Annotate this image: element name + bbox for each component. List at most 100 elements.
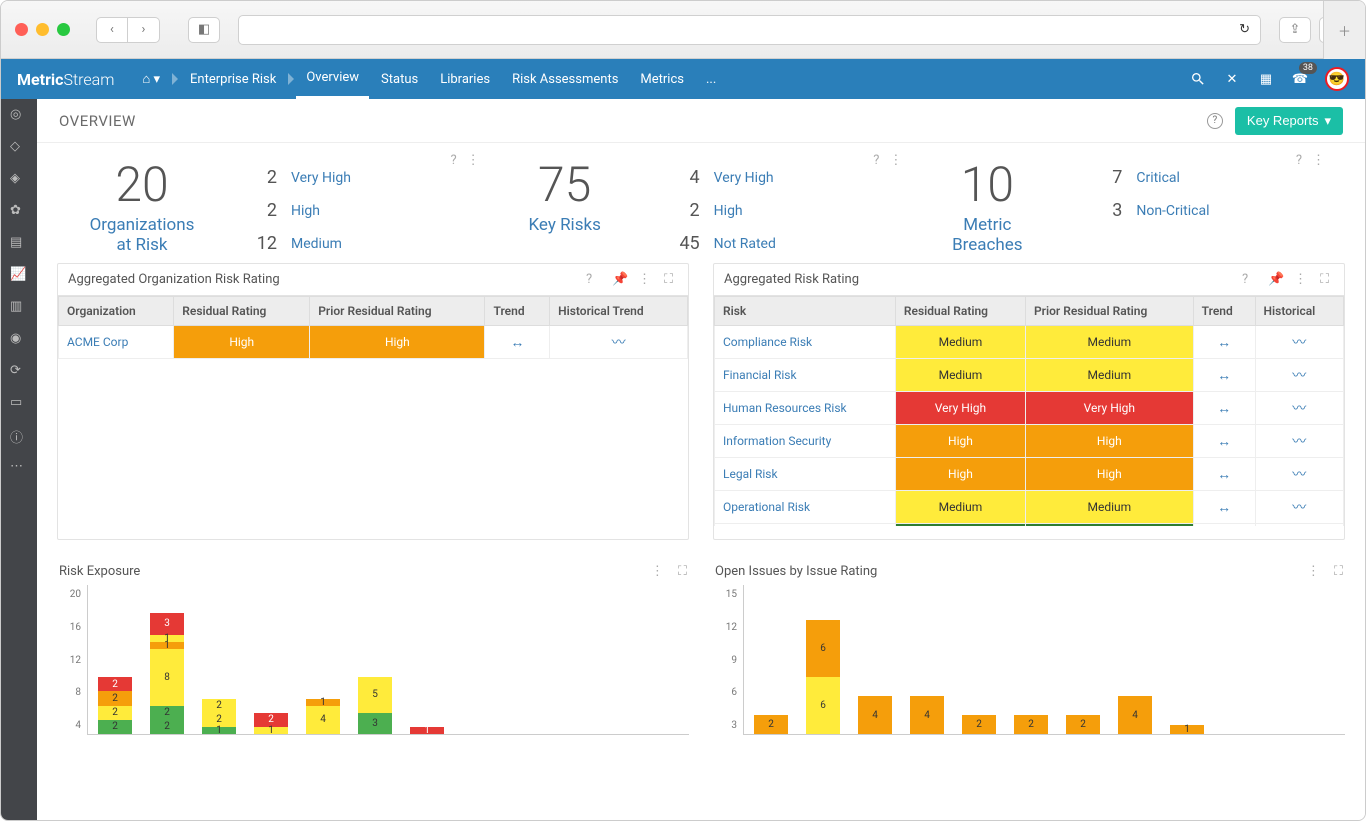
kpi-breakdown-row[interactable]: 12Medium [247, 233, 351, 254]
kpi-breakdown-row[interactable]: 4Very High [670, 167, 776, 188]
column-header[interactable]: Historical [1255, 297, 1343, 326]
bar[interactable]: 4 [858, 696, 892, 734]
reload-icon[interactable]: ↻ [1239, 22, 1250, 37]
row-name-link[interactable]: Financial Risk [715, 359, 896, 392]
rail-more-icon[interactable]: ⋯ [10, 459, 28, 477]
panel-pin-icon[interactable]: 📌 [1268, 272, 1282, 287]
panel-expand-icon[interactable]: ⛶ [664, 272, 678, 287]
panel-menu-icon[interactable]: ⋮ [1294, 272, 1308, 287]
maximize-window[interactable] [57, 23, 70, 36]
row-name-link[interactable]: Compliance Risk [715, 326, 896, 359]
rail-icon-7[interactable]: ▥ [10, 299, 28, 317]
nav-metrics[interactable]: Metrics [630, 59, 694, 99]
kpi-help-icon[interactable]: ? [1296, 153, 1302, 168]
kpi-label[interactable]: Organizations at Risk [67, 215, 217, 255]
rail-icon-2[interactable]: ◇ [10, 139, 28, 157]
bar[interactable]: 2 [1014, 715, 1048, 734]
chart-menu-icon[interactable]: ⋮ [651, 564, 664, 579]
chart-menu-icon[interactable]: ⋮ [1307, 564, 1320, 579]
row-name-link[interactable]: ACME Corp [59, 326, 174, 359]
column-header[interactable]: Trend [485, 297, 550, 326]
bar[interactable]: 2222 [98, 677, 132, 734]
chart-expand-icon[interactable]: ⛶ [1334, 564, 1343, 579]
bar[interactable]: 41 [306, 699, 340, 734]
bar[interactable]: 1 [1170, 725, 1204, 734]
bar[interactable]: 228113 [150, 613, 184, 734]
rail-icon-9[interactable]: ⟳ [10, 363, 28, 381]
column-header[interactable]: Trend [1193, 297, 1255, 326]
rail-icon-5[interactable]: ▤ [10, 235, 28, 253]
sidebar-toggle[interactable]: ◧ [188, 17, 220, 43]
kpi-label[interactable]: MetricBreaches [912, 215, 1062, 255]
column-header[interactable]: Organization [59, 297, 174, 326]
kpi-breakdown-row[interactable]: 3Non-Critical [1092, 200, 1209, 221]
panel-help-icon[interactable]: ? [586, 272, 600, 287]
nav-more[interactable]: ... [696, 59, 726, 99]
row-name-link[interactable]: Information Security [715, 425, 896, 458]
notifications-icon[interactable]: ☎38 [1291, 70, 1309, 88]
panel-expand-icon[interactable]: ⛶ [1320, 272, 1334, 287]
rail-icon-11[interactable]: ⓘ [10, 427, 28, 445]
user-avatar[interactable]: 😎 [1325, 67, 1349, 91]
app-logo[interactable]: MetricStream [17, 70, 114, 89]
bar[interactable]: 12 [254, 713, 288, 734]
column-header[interactable]: Prior Residual Rating [1025, 297, 1193, 326]
column-header[interactable]: Residual Rating [174, 297, 310, 326]
column-header[interactable]: Prior Residual Rating [310, 297, 485, 326]
bar[interactable]: 35 [358, 677, 392, 734]
column-header[interactable]: Risk [715, 297, 896, 326]
key-reports-button[interactable]: Key Reports ▾ [1235, 107, 1343, 135]
kpi-breakdown-row[interactable]: 2Very High [247, 167, 351, 188]
back-button[interactable]: ‹ [96, 17, 128, 43]
bar[interactable]: 66 [806, 620, 840, 734]
share-button[interactable]: ⇪ [1279, 17, 1311, 43]
column-header[interactable]: Historical Trend [550, 297, 688, 326]
home-icon[interactable]: ⌂ ▾ [132, 59, 170, 99]
kpi-menu-icon[interactable]: ⋮ [889, 153, 902, 168]
bar[interactable]: 1 [410, 727, 444, 734]
bar[interactable]: 122 [202, 699, 236, 734]
kpi-breakdown-row[interactable]: 2High [670, 200, 776, 221]
nav-risk-assessments[interactable]: Risk Assessments [502, 59, 628, 99]
close-window[interactable] [15, 23, 28, 36]
row-name-link[interactable]: Strategic Risk [715, 524, 896, 527]
bar[interactable]: 2 [962, 715, 996, 734]
bar[interactable]: 2 [754, 715, 788, 734]
bar[interactable]: 4 [1118, 696, 1152, 734]
chart-expand-icon[interactable]: ⛶ [678, 564, 687, 579]
new-tab-button[interactable]: ＋ [1323, 1, 1365, 59]
rail-icon-4[interactable]: ✿ [10, 203, 28, 221]
rail-icon-10[interactable]: ▭ [10, 395, 28, 413]
breadcrumb-overview[interactable]: Overview [296, 59, 369, 99]
row-name-link[interactable]: Operational Risk [715, 491, 896, 524]
bar[interactable]: 2 [1066, 715, 1100, 734]
minimize-window[interactable] [36, 23, 49, 36]
column-header[interactable]: Residual Rating [895, 297, 1025, 326]
rail-icon-3[interactable]: ◈ [10, 171, 28, 189]
nav-status[interactable]: Status [371, 59, 428, 99]
panel-help-icon[interactable]: ? [1242, 272, 1256, 287]
rail-icon-6[interactable]: 📈 [10, 267, 28, 285]
bar[interactable]: 4 [910, 696, 944, 734]
calendar-icon[interactable]: ▦ [1257, 70, 1275, 88]
help-icon[interactable]: ? [1207, 113, 1223, 129]
kpi-breakdown-row[interactable]: 2High [247, 200, 351, 221]
rail-icon-8[interactable]: ◉ [10, 331, 28, 349]
kpi-breakdown-row[interactable]: 7Critical [1092, 167, 1209, 188]
kpi-breakdown-row[interactable]: 45Not Rated [670, 233, 776, 254]
search-icon[interactable] [1189, 70, 1207, 88]
nav-libraries[interactable]: Libraries [430, 59, 500, 99]
rail-icon-1[interactable]: ◎ [10, 107, 28, 125]
panel-menu-icon[interactable]: ⋮ [638, 272, 652, 287]
kpi-label[interactable]: Key Risks [490, 215, 640, 235]
kpi-help-icon[interactable]: ? [873, 153, 879, 168]
kpi-menu-icon[interactable]: ⋮ [467, 153, 480, 168]
panel-pin-icon[interactable]: 📌 [612, 272, 626, 287]
row-name-link[interactable]: Legal Risk [715, 458, 896, 491]
forward-button[interactable]: › [128, 17, 160, 43]
row-name-link[interactable]: Human Resources Risk [715, 392, 896, 425]
address-bar[interactable]: ↻ [238, 15, 1261, 45]
kpi-menu-icon[interactable]: ⋮ [1312, 153, 1325, 168]
kpi-help-icon[interactable]: ? [451, 153, 457, 168]
breadcrumb-enterprise-risk[interactable]: Enterprise Risk [180, 59, 286, 99]
